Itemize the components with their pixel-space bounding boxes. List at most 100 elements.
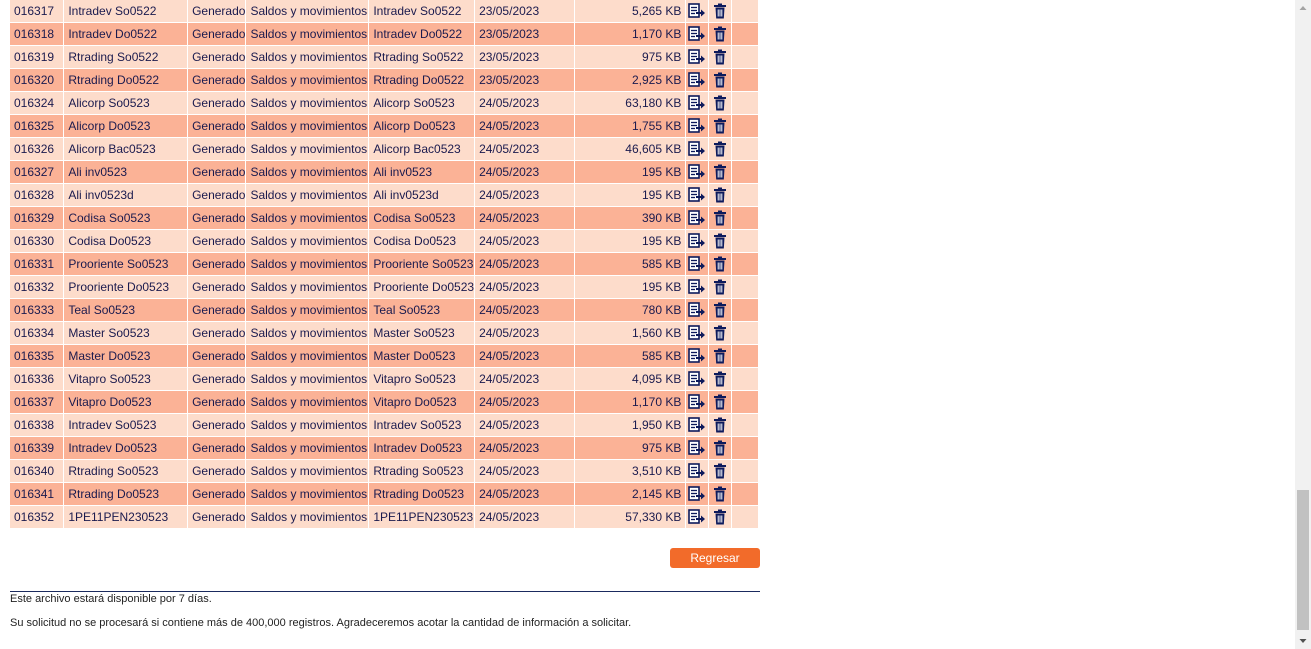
trash-icon[interactable] — [713, 49, 727, 65]
row-delete-cell — [709, 161, 731, 184]
scrollbar-thumb[interactable] — [1297, 490, 1309, 630]
row-export-cell — [686, 322, 709, 345]
trash-icon[interactable] — [713, 417, 727, 433]
export-file-icon[interactable] — [688, 417, 706, 433]
export-file-icon[interactable] — [688, 3, 706, 19]
export-file-icon[interactable] — [688, 302, 706, 318]
export-file-icon[interactable] — [688, 371, 706, 387]
trash-icon[interactable] — [713, 463, 727, 479]
trash-icon[interactable] — [713, 256, 727, 272]
row-name-cell: Alicorp So0523 — [64, 92, 188, 115]
trash-icon[interactable] — [713, 72, 727, 88]
row-export-cell — [686, 506, 709, 529]
actions-row: Regresar — [670, 548, 760, 568]
row-id-cell: 016334 — [10, 322, 64, 345]
export-file-icon[interactable] — [688, 26, 706, 42]
row-type-cell: Saldos y movimientos — [246, 207, 369, 230]
row-delete-cell — [709, 115, 731, 138]
row-type-cell: Saldos y movimientos — [246, 138, 369, 161]
row-date-cell: 24/05/2023 — [475, 92, 574, 115]
export-file-icon[interactable] — [688, 440, 706, 456]
footer-divider — [10, 591, 760, 592]
trash-icon[interactable] — [713, 3, 727, 19]
row-date-cell: 24/05/2023 — [475, 299, 574, 322]
row-empty-cell — [731, 138, 758, 161]
row-empty-cell — [731, 0, 758, 23]
table-row: 016337 Vitapro Do0523 Generado Saldos y mov… — [10, 391, 758, 414]
trash-icon[interactable] — [713, 118, 727, 134]
trash-icon[interactable] — [713, 302, 727, 318]
trash-icon[interactable] — [713, 187, 727, 203]
trash-icon[interactable] — [713, 371, 727, 387]
trash-icon[interactable] — [713, 26, 727, 42]
row-export-cell — [686, 483, 709, 506]
row-empty-cell — [731, 230, 758, 253]
trash-icon[interactable] — [713, 348, 727, 364]
row-id-cell: 016329 — [10, 207, 64, 230]
row-id-cell: 016324 — [10, 92, 64, 115]
export-file-icon[interactable] — [688, 486, 706, 502]
row-name-cell: Vitapro So0523 — [64, 368, 188, 391]
export-file-icon[interactable] — [688, 233, 706, 249]
trash-icon[interactable] — [713, 95, 727, 111]
row-export-cell — [686, 253, 709, 276]
export-file-icon[interactable] — [688, 49, 706, 65]
row-delete-cell — [709, 460, 731, 483]
trash-icon[interactable] — [713, 279, 727, 295]
export-file-icon[interactable] — [688, 141, 706, 157]
row-file-cell: Master So0523 — [369, 322, 475, 345]
row-empty-cell — [731, 506, 758, 529]
scroll-down-arrow-icon[interactable] — [1295, 633, 1311, 649]
table-row: 016339 Intradev Do0523 Generado Saldos y mo… — [10, 437, 758, 460]
table-row: 016320 Rtrading Do0522 Generado Saldos y mo… — [10, 69, 758, 92]
trash-icon[interactable] — [713, 210, 727, 226]
row-file-cell: Vitapro So0523 — [369, 368, 475, 391]
export-file-icon[interactable] — [688, 325, 706, 341]
row-delete-cell — [709, 276, 731, 299]
trash-icon[interactable] — [713, 440, 727, 456]
export-file-icon[interactable] — [688, 279, 706, 295]
export-file-icon[interactable] — [688, 348, 706, 364]
row-status-cell: Generado — [188, 138, 246, 161]
trash-icon[interactable] — [713, 164, 727, 180]
export-file-icon[interactable] — [688, 95, 706, 111]
export-file-icon[interactable] — [688, 164, 706, 180]
row-delete-cell — [709, 345, 731, 368]
trash-icon[interactable] — [713, 233, 727, 249]
row-status-cell: Generado — [188, 0, 246, 23]
availability-note: Este archivo estará disponible por 7 día… — [10, 593, 212, 605]
row-size-cell: 195 KB — [574, 184, 686, 207]
vertical-scrollbar[interactable] — [1295, 0, 1311, 649]
row-type-cell: Saldos y movimientos — [246, 253, 369, 276]
row-date-cell: 24/05/2023 — [475, 483, 574, 506]
row-status-cell: Generado — [188, 345, 246, 368]
table-row: 016333 Teal So0523 Generado Saldos y movimi… — [10, 299, 758, 322]
trash-icon[interactable] — [713, 509, 727, 525]
scroll-up-arrow-icon[interactable] — [1295, 0, 1311, 16]
export-file-icon[interactable] — [688, 72, 706, 88]
export-file-icon[interactable] — [688, 463, 706, 479]
export-file-icon[interactable] — [688, 187, 706, 203]
table-row: 016324 Alicorp So0523 Generado Saldos y mov… — [10, 92, 758, 115]
export-file-icon[interactable] — [688, 118, 706, 134]
row-file-cell: Ali inv0523 — [369, 161, 475, 184]
row-empty-cell — [731, 276, 758, 299]
row-size-cell: 5,265 KB — [574, 0, 686, 23]
row-file-cell: Rtrading Do0523 — [369, 483, 475, 506]
row-delete-cell — [709, 253, 731, 276]
export-file-icon[interactable] — [688, 509, 706, 525]
export-file-icon[interactable] — [688, 210, 706, 226]
back-button[interactable]: Regresar — [670, 548, 760, 568]
row-id-cell: 016333 — [10, 299, 64, 322]
trash-icon[interactable] — [713, 141, 727, 157]
row-delete-cell — [709, 368, 731, 391]
table-row: 016334 Master So0523 Generado Saldos y movi… — [10, 322, 758, 345]
row-date-cell: 24/05/2023 — [475, 138, 574, 161]
export-file-icon[interactable] — [688, 256, 706, 272]
export-file-icon[interactable] — [688, 394, 706, 410]
trash-icon[interactable] — [713, 394, 727, 410]
trash-icon[interactable] — [713, 325, 727, 341]
row-status-cell: Generado — [188, 506, 246, 529]
trash-icon[interactable] — [713, 486, 727, 502]
row-export-cell — [686, 276, 709, 299]
